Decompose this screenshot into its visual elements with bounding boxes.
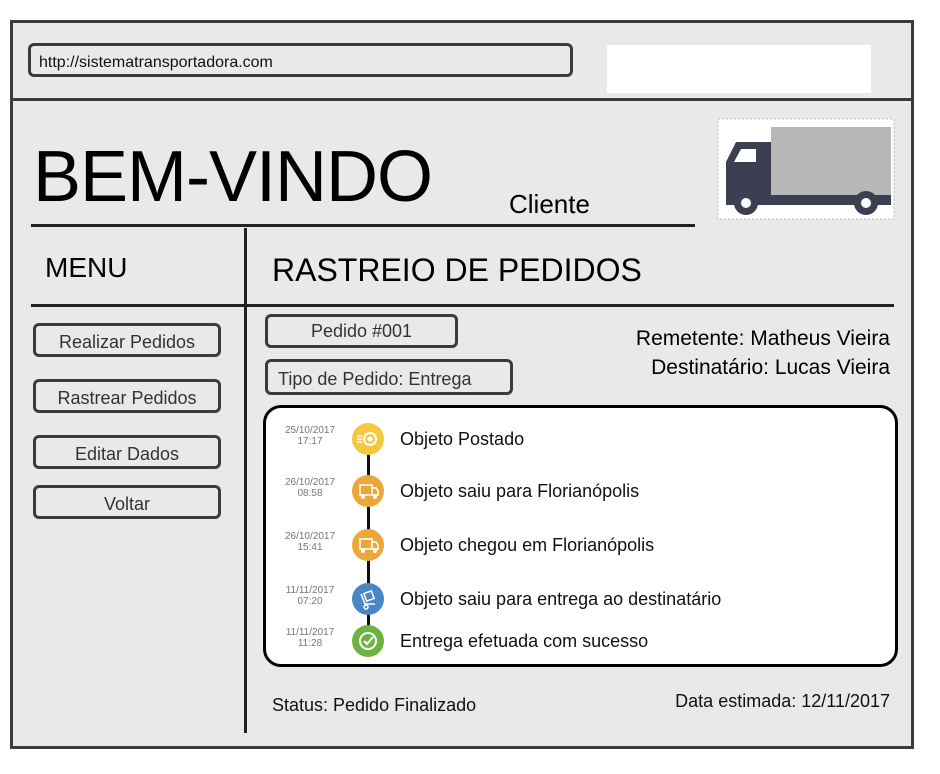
menu-title: MENU (45, 252, 128, 283)
event-text: Objeto Postado (400, 429, 525, 449)
section-title: RASTREIO DE PEDIDOS (272, 252, 642, 288)
app-frame: http://sistematransportadora.com BEM-VIN… (10, 20, 914, 749)
page-subtitle: Cliente (509, 189, 590, 219)
event-date: 11/11/2017 (285, 585, 335, 596)
title-underline (31, 224, 695, 227)
truck-icon (717, 118, 895, 220)
event-datetime: 26/10/2017 08:58 (280, 477, 340, 499)
event-datetime: 11/11/2017 07:20 (280, 585, 340, 607)
realizar-pedidos-button[interactable]: Realizar Pedidos (33, 323, 221, 357)
event-time: 15:41 (297, 542, 323, 553)
truck-icon (352, 475, 384, 507)
tracking-timeline: 25/10/2017 17:17 Objeto Postado 26/10/201… (263, 405, 898, 667)
truck-icon (352, 529, 384, 561)
url-bar[interactable]: http://sistematransportadora.com (28, 43, 573, 77)
event-time: 07:20 (297, 596, 323, 607)
timeline-event: 26/10/2017 15:41 Objeto chegou em Florian… (266, 528, 866, 562)
timeline-event: 26/10/2017 08:58 Objeto saiu para Florian… (266, 474, 866, 508)
page-title: BEM-VINDO (33, 137, 433, 217)
check-icon (352, 625, 384, 657)
event-datetime: 25/10/2017 17:17 (280, 425, 340, 447)
event-time: 11:28 (297, 638, 323, 649)
voltar-button[interactable]: Voltar (33, 485, 221, 519)
event-date: 26/10/2017 (284, 531, 336, 542)
delivery-icon (352, 583, 384, 615)
blank-panel (607, 45, 871, 93)
event-text: Entrega efetuada com sucesso (400, 631, 649, 651)
event-text: Objeto chegou em Florianópolis (400, 535, 655, 555)
posted-icon (352, 423, 384, 455)
event-text: Objeto saiu para Florianópolis (400, 481, 640, 501)
order-number: Pedido #001 (265, 314, 458, 348)
editar-dados-button[interactable]: Editar Dados (33, 435, 221, 469)
order-status: Status: Pedido Finalizado (272, 695, 477, 715)
receiver-label: Destinatário: Lucas Vieira (651, 356, 890, 379)
event-text: Objeto saiu para entrega ao destinatário (400, 589, 722, 609)
event-datetime: 11/11/2017 11:28 (280, 627, 340, 649)
sender-label: Remetente: Matheus Vieira (635, 327, 890, 350)
estimated-date: Data estimada: 12/11/2017 (675, 691, 890, 711)
event-date: 25/10/2017 (284, 425, 336, 436)
event-time: 17:17 (297, 436, 323, 447)
event-datetime: 26/10/2017 15:41 (280, 531, 340, 553)
event-time: 08:58 (297, 488, 323, 499)
event-date: 26/10/2017 (284, 477, 336, 488)
header-divider (13, 98, 911, 101)
timeline-event: 11/11/2017 11:28 Entrega efetuada com suc… (266, 624, 866, 658)
timeline-event: 25/10/2017 17:17 Objeto Postado (266, 422, 866, 456)
menu-divider-horizontal (31, 304, 894, 307)
timeline-event: 11/11/2017 07:20 Objeto saiu para entrega… (266, 582, 866, 616)
order-type: Tipo de Pedido: Entrega (265, 359, 513, 395)
event-date: 11/11/2017 (285, 627, 335, 638)
rastrear-pedidos-button[interactable]: Rastrear Pedidos (33, 379, 221, 413)
